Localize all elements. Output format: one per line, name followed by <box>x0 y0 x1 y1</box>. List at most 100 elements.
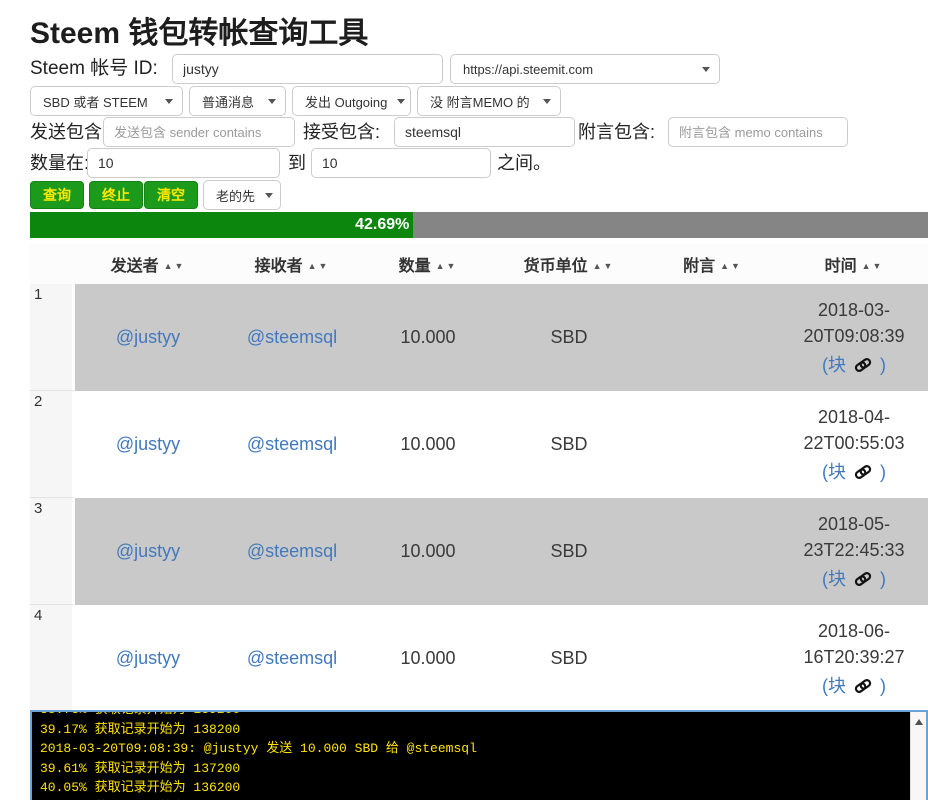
sender-link[interactable]: @justyy <box>116 541 180 561</box>
message-type-select[interactable]: 普通消息 <box>189 86 286 116</box>
row-index: 1 <box>30 284 75 391</box>
sort-icons[interactable]: ▲▼ <box>593 261 615 271</box>
order-select[interactable]: 老的先 <box>203 180 281 210</box>
sender-link[interactable]: @justyy <box>116 648 180 668</box>
memo-value <box>645 284 780 391</box>
sort-icons[interactable]: ▲▼ <box>436 261 458 271</box>
time-cell: 2018-06-16T20:39:27 (块 ) <box>780 605 928 712</box>
currency-value: SBD <box>493 498 645 605</box>
results-table: 发送者▲▼ 接收者▲▼ 数量▲▼ 货币单位▲▼ 附言▲▼ 时间▲▼ 1 @jus… <box>30 244 928 712</box>
col-receiver[interactable]: 接收者▲▼ <box>221 244 363 284</box>
table-row: 1 @justyy @steemsql 10.000 SBD 2018-03-2… <box>30 284 928 391</box>
log-console[interactable]: 38.73% 获取记录开始为 13920039.17% 获取记录开始为 1382… <box>30 710 928 800</box>
time-cell: 2018-04-22T00:55:03 (块 ) <box>780 391 928 498</box>
chain-link-icon <box>853 462 873 482</box>
log-scrollbar[interactable] <box>910 712 926 800</box>
log-line: 2018-03-20T09:08:39: @justyy 发送 10.000 S… <box>40 739 926 759</box>
amount-value: 10.000 <box>363 498 493 605</box>
row-index: 3 <box>30 498 75 605</box>
timestamp: 2018-03-20T09:08:39 <box>803 300 904 346</box>
timestamp: 2018-05-23T22:45:33 <box>803 514 904 560</box>
direction-select[interactable]: 发出 Outgoing <box>292 86 411 116</box>
col-amount[interactable]: 数量▲▼ <box>363 244 493 284</box>
receiver-contains-input[interactable] <box>394 117 575 147</box>
log-line: 39.61% 获取记录开始为 137200 <box>40 759 926 779</box>
sender-link[interactable]: @justyy <box>116 327 180 347</box>
chevron-down-icon <box>397 99 405 104</box>
sort-icons[interactable]: ▲▼ <box>720 261 742 271</box>
amount-value: 10.000 <box>363 605 493 712</box>
scroll-up-icon[interactable] <box>911 714 927 729</box>
order-select-value: 老的先 <box>216 186 255 205</box>
sort-icons[interactable]: ▲▼ <box>164 261 186 271</box>
block-link[interactable]: (块 ) <box>822 355 886 375</box>
time-cell: 2018-03-20T09:08:39 (块 ) <box>780 284 928 391</box>
receiver-link[interactable]: @steemsql <box>247 648 337 668</box>
chain-link-icon <box>853 676 873 696</box>
clear-button[interactable]: 清空 <box>144 181 198 209</box>
node-select[interactable]: https://api.steemit.com <box>450 54 720 84</box>
time-cell: 2018-05-23T22:45:33 (块 ) <box>780 498 928 605</box>
receiver-link[interactable]: @steemsql <box>247 541 337 561</box>
progress-percent-label: 42.69% <box>355 216 413 234</box>
currency-select[interactable]: SBD 或者 STEEM <box>30 86 183 116</box>
block-link[interactable]: (块 ) <box>822 569 886 589</box>
chain-link-icon <box>853 569 873 589</box>
amount-from-input[interactable] <box>87 148 280 178</box>
timestamp: 2018-04-22T00:55:03 <box>803 407 904 453</box>
row-index: 2 <box>30 391 75 498</box>
sender-link[interactable]: @justyy <box>116 434 180 454</box>
row-index: 4 <box>30 605 75 712</box>
memo-mode-select[interactable]: 没 附言MEMO 的 <box>417 86 561 116</box>
memo-contains-input[interactable] <box>668 117 848 147</box>
account-id-input[interactable] <box>172 54 443 84</box>
node-select-value: https://api.steemit.com <box>463 62 593 77</box>
chain-link-icon <box>853 355 873 375</box>
memo-value <box>645 498 780 605</box>
memo-value <box>645 391 780 498</box>
receiver-link[interactable]: @steemsql <box>247 327 337 347</box>
block-link[interactable]: (块 ) <box>822 676 886 696</box>
amount-to-label: 到 <box>288 148 306 178</box>
sort-icons[interactable]: ▲▼ <box>862 261 884 271</box>
currency-value: SBD <box>493 605 645 712</box>
chevron-down-icon <box>165 99 173 104</box>
amount-to-input[interactable] <box>311 148 491 178</box>
col-memo[interactable]: 附言▲▼ <box>645 244 780 284</box>
log-line: 40.05% 获取记录开始为 136200 <box>40 778 926 798</box>
currency-value: SBD <box>493 284 645 391</box>
sort-icons[interactable]: ▲▼ <box>308 261 330 271</box>
currency-select-value: SBD 或者 STEEM <box>43 92 148 111</box>
receiver-link[interactable]: @steemsql <box>247 434 337 454</box>
table-header-row: 发送者▲▼ 接收者▲▼ 数量▲▼ 货币单位▲▼ 附言▲▼ 时间▲▼ <box>30 244 928 284</box>
receiver-contains-label: 接受包含: <box>303 117 380 147</box>
steem-transfer-tool-page: Steem 钱包转帐查询工具 Steem 帐号 ID: https://api.… <box>0 0 928 800</box>
log-line: 39.17% 获取记录开始为 138200 <box>40 720 926 740</box>
col-currency[interactable]: 货币单位▲▼ <box>493 244 645 284</box>
table-row: 4 @justyy @steemsql 10.000 SBD 2018-06-1… <box>30 605 928 712</box>
currency-value: SBD <box>493 391 645 498</box>
table-row: 3 @justyy @steemsql 10.000 SBD 2018-05-2… <box>30 498 928 605</box>
message-type-select-value: 普通消息 <box>202 92 254 111</box>
progress-fill: 42.69% <box>30 212 413 238</box>
log-line: 38.73% 获取记录开始为 139200 <box>40 710 926 720</box>
timestamp: 2018-06-16T20:39:27 <box>803 621 904 667</box>
chevron-down-icon <box>543 99 551 104</box>
block-link[interactable]: (块 ) <box>822 462 886 482</box>
sender-contains-label: 发送包含: <box>30 117 107 147</box>
direction-select-value: 发出 Outgoing <box>305 92 387 111</box>
stop-button[interactable]: 终止 <box>89 181 143 209</box>
table-row: 2 @justyy @steemsql 10.000 SBD 2018-04-2… <box>30 391 928 498</box>
chevron-down-icon <box>268 99 276 104</box>
col-time[interactable]: 时间▲▼ <box>780 244 928 284</box>
log-lines: 38.73% 获取记录开始为 13920039.17% 获取记录开始为 1382… <box>40 710 926 800</box>
query-button[interactable]: 查询 <box>30 181 84 209</box>
account-id-label: Steem 帐号 ID: <box>30 54 158 84</box>
amount-value: 10.000 <box>363 284 493 391</box>
amount-suffix-label: 之间。 <box>497 148 551 178</box>
memo-value <box>645 605 780 712</box>
page-title: Steem 钱包转帐查询工具 <box>30 8 368 52</box>
sender-contains-input[interactable] <box>103 117 295 147</box>
col-sender[interactable]: 发送者▲▼ <box>75 244 221 284</box>
progress-bar: 42.69% <box>30 212 928 238</box>
